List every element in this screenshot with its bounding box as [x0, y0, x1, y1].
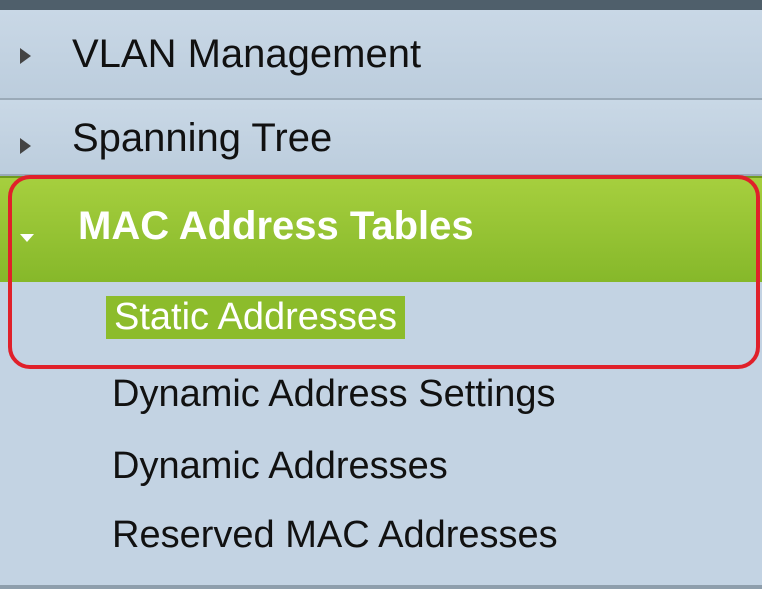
expand-arrow-icon: [20, 138, 31, 154]
submenu-item-dynamic-addresses[interactable]: Dynamic Addresses: [112, 445, 448, 488]
section-label: VLAN Management: [72, 32, 422, 76]
menu-section-mac-address-tables[interactable]: MAC Address Tables: [0, 176, 762, 282]
submenu-item-reserved-mac-addresses[interactable]: Reserved MAC Addresses: [112, 514, 558, 557]
bottom-divider: [0, 585, 762, 589]
section-label: MAC Address Tables: [78, 204, 474, 248]
collapse-arrow-icon: [20, 234, 34, 242]
navigation-menu: VLAN Management Spanning Tree MAC Addres…: [0, 0, 762, 589]
top-divider: [0, 0, 762, 10]
expand-arrow-icon: [20, 48, 31, 64]
menu-section-vlan-management[interactable]: VLAN Management: [0, 10, 762, 100]
submenu-item-static-addresses[interactable]: Static Addresses: [106, 296, 406, 339]
section-label: Spanning Tree: [72, 116, 333, 160]
menu-section-spanning-tree[interactable]: Spanning Tree: [0, 100, 762, 176]
submenu-item-dynamic-address-settings[interactable]: Dynamic Address Settings: [112, 373, 556, 416]
